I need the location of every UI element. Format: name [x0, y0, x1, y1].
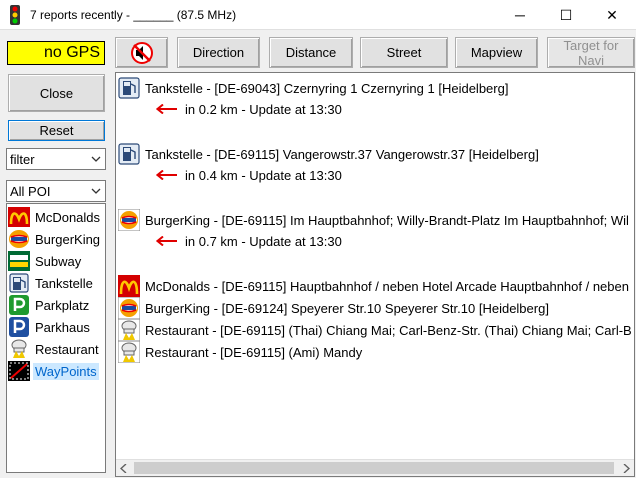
minimize-button[interactable]: ─: [497, 0, 543, 30]
mcdonalds-icon: [8, 207, 30, 227]
result-row[interactable]: McDonalds - [DE-69115] Hauptbahnhof / ne…: [118, 275, 629, 297]
burgerking-icon: [118, 209, 140, 231]
result-row[interactable]: Tankstelle - [DE-69043] Czernyring 1 Cze…: [118, 77, 508, 99]
arrow-left-icon: [156, 104, 177, 114]
fuel-pump-icon: [118, 77, 140, 99]
title-bar: 7 reports recently - ______ (87.5 MHz) ─…: [0, 0, 636, 30]
result-row[interactable]: Restaurant - [DE-69115] (Thai) Chiang Ma…: [118, 319, 632, 341]
filter-value: filter: [10, 151, 35, 167]
close-window-button[interactable]: ✕: [589, 0, 635, 30]
close-button[interactable]: Close: [8, 74, 105, 112]
result-row[interactable]: BurgerKing - [DE-69115] Im Hauptbahnhof;…: [118, 209, 629, 231]
window-title: 7 reports recently - ______ (87.5 MHz): [30, 8, 237, 22]
maximize-button[interactable]: ☐: [543, 0, 589, 30]
chevron-down-icon: [91, 188, 101, 194]
result-detail: in 0.2 km - Update at 13:30: [156, 99, 342, 119]
arrow-left-icon: [156, 170, 177, 180]
reset-button[interactable]: Reset: [8, 120, 105, 141]
waypoint-icon: [8, 361, 30, 381]
result-detail: in 0.4 km - Update at 13:30: [156, 165, 342, 185]
horizontal-scrollbar[interactable]: [116, 459, 634, 476]
gps-status: no GPS: [7, 41, 105, 65]
result-row[interactable]: BurgerKing - [DE-69124] Speyerer Str.10 …: [118, 297, 549, 319]
scroll-left-icon[interactable]: [120, 464, 128, 473]
poi-item-mcdonalds[interactable]: McDonalds: [8, 206, 104, 228]
result-row[interactable]: Restaurant - [DE-69115] (Ami) Mandy: [118, 341, 362, 363]
fuel-pump-icon: [9, 273, 29, 293]
scroll-right-icon[interactable]: [622, 464, 630, 473]
direction-button[interactable]: Direction: [177, 37, 260, 68]
mapview-button[interactable]: Mapview: [455, 37, 538, 68]
burgerking-icon: [8, 229, 30, 249]
restaurant-icon: [118, 341, 140, 363]
poi-item-parkplatz[interactable]: Parkplatz: [8, 294, 104, 316]
poi-item-burgerking[interactable]: BurgerKing: [8, 228, 104, 250]
result-detail: in 0.7 km - Update at 13:30: [156, 231, 342, 251]
filter-dropdown[interactable]: filter: [6, 148, 106, 170]
distance-button[interactable]: Distance: [269, 37, 353, 68]
target-for-navi-button[interactable]: Target for Navi: [547, 37, 635, 68]
street-button[interactable]: Street: [360, 37, 448, 68]
restaurant-icon: [118, 319, 140, 341]
poi-item-tankstelle[interactable]: Tankstelle: [8, 272, 104, 294]
result-row[interactable]: Tankstelle - [DE-69115] Vangerowstr.37 V…: [118, 143, 539, 165]
poi-value: All POI: [10, 183, 51, 199]
fuel-pump-icon: [118, 143, 140, 165]
arrow-left-icon: [156, 236, 177, 246]
mcdonalds-icon: [118, 275, 140, 297]
subway-icon: [8, 251, 30, 271]
results-list[interactable]: Tankstelle - [DE-69043] Czernyring 1 Cze…: [115, 72, 635, 477]
mute-button[interactable]: [115, 37, 168, 68]
traffic-light-icon: [10, 5, 20, 25]
target-label: Target for Navi: [563, 37, 619, 68]
parking-icon: [9, 295, 29, 315]
parking-garage-icon: [9, 317, 29, 337]
scrollbar-thumb[interactable]: [134, 462, 614, 474]
poi-item-subway[interactable]: Subway: [8, 250, 104, 272]
speaker-muted-icon: [130, 41, 153, 64]
burgerking-icon: [118, 297, 140, 319]
chevron-down-icon: [91, 156, 101, 162]
poi-dropdown[interactable]: All POI: [6, 180, 106, 202]
poi-item-waypoints[interactable]: WayPoints: [8, 360, 104, 382]
restaurant-icon: [8, 339, 30, 359]
poi-item-restaurant[interactable]: Restaurant: [8, 338, 104, 360]
poi-item-parkhaus[interactable]: Parkhaus: [8, 316, 104, 338]
poi-list[interactable]: McDonalds BurgerKing Subway Tankstelle P…: [6, 203, 106, 473]
